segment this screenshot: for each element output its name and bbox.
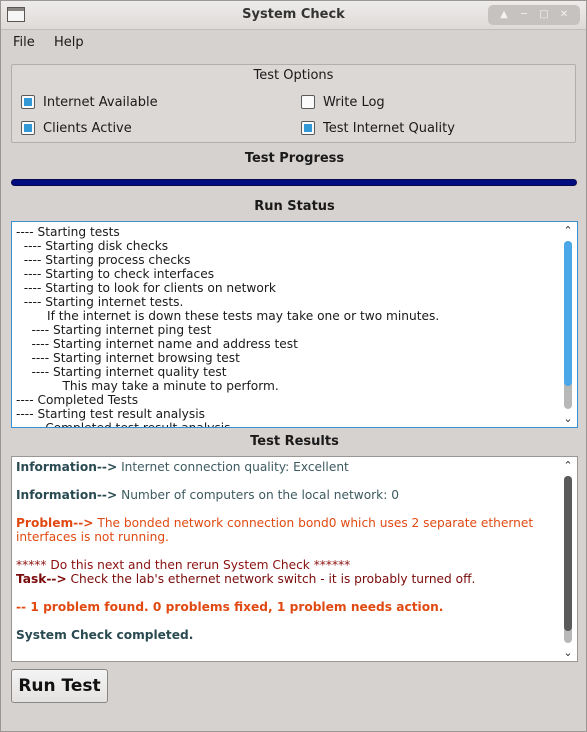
title-bar[interactable]: System Check ▲ ─ □ ✕ bbox=[1, 1, 586, 30]
problem-text: The bonded network connection bond0 whic… bbox=[16, 516, 538, 544]
run-status-line: ---- Starting process checks bbox=[16, 253, 191, 267]
chevron-down-icon[interactable]: ⌄ bbox=[562, 413, 574, 425]
chevron-up-icon[interactable]: ⌃ bbox=[562, 225, 574, 237]
run-status-line: This may take a minute to perform. bbox=[16, 379, 279, 393]
completed-text: System Check completed. bbox=[16, 628, 194, 642]
info-text: Internet connection quality: Excellent bbox=[117, 460, 349, 474]
close-icon[interactable]: ✕ bbox=[554, 5, 574, 25]
checkbox-checked-icon[interactable] bbox=[21, 121, 35, 135]
run-status-label: Run Status bbox=[254, 199, 335, 214]
result-problem-row: Problem--> The bonded network connection… bbox=[16, 516, 541, 544]
internet-available-checkbox[interactable]: Internet Available bbox=[21, 93, 158, 111]
result-completed-row: System Check completed. bbox=[16, 628, 541, 642]
run-status-textbox[interactable]: ---- Starting tests ---- Starting disk c… bbox=[11, 221, 578, 428]
next-steps-text: ***** Do this next and then rerun System… bbox=[16, 558, 351, 572]
checkbox-checked-icon[interactable] bbox=[21, 95, 35, 109]
test-progress-label: Test Progress bbox=[244, 151, 345, 166]
spacer-row bbox=[16, 502, 541, 516]
problem-tag: Problem--> bbox=[16, 516, 94, 530]
checkbox-unchecked-icon[interactable] bbox=[301, 95, 315, 109]
test-options-title: Test Options bbox=[253, 68, 334, 83]
info-text: Number of computers on the local network… bbox=[117, 488, 399, 502]
scrollbar-thumb[interactable] bbox=[564, 476, 572, 631]
summary-text: -- 1 problem found. 0 problems fixed, 1 … bbox=[16, 600, 444, 614]
run-status-line: If the internet is down these tests may … bbox=[16, 309, 440, 323]
run-status-line: ---- Completed Tests bbox=[16, 393, 139, 407]
run-status-line: ---- Starting test result analysis bbox=[16, 407, 205, 421]
window-controls: ▲ ─ □ ✕ bbox=[488, 5, 580, 25]
spacer-row bbox=[16, 614, 541, 628]
result-task-row: Task--> Check the lab's ethernet network… bbox=[16, 572, 541, 586]
test-results-lines: Information--> Internet connection quali… bbox=[16, 460, 541, 642]
result-summary-row: -- 1 problem found. 0 problems fixed, 1 … bbox=[16, 600, 541, 614]
scrollbar-thumb[interactable] bbox=[564, 241, 572, 386]
run-test-button[interactable]: Run Test bbox=[11, 669, 108, 703]
run-status-lines: ---- Starting tests ---- Starting disk c… bbox=[16, 225, 440, 428]
system-check-window: System Check ▲ ─ □ ✕ File Help Test Opti… bbox=[0, 0, 587, 732]
test-internet-quality-checkbox[interactable]: Test Internet Quality bbox=[301, 119, 455, 137]
test-results-label: Test Results bbox=[250, 434, 339, 449]
run-status-line: ---- Starting tests bbox=[16, 225, 120, 239]
result-info-row: Information--> Internet connection quali… bbox=[16, 460, 541, 474]
test-results-scrollbar[interactable]: ⌃ ⌄ bbox=[562, 460, 574, 659]
run-status-line: ---- Starting internet browsing test bbox=[16, 351, 240, 365]
chevron-up-icon[interactable]: ⌃ bbox=[562, 460, 574, 472]
run-status-line: ---- Starting internet name and address … bbox=[16, 337, 298, 351]
test-options-group: Test Options Internet Available Write Lo… bbox=[11, 64, 576, 143]
clients-active-label: Clients Active bbox=[43, 120, 132, 136]
run-status-line: ---- Starting to look for clients on net… bbox=[16, 281, 276, 295]
spacer-row bbox=[16, 544, 541, 558]
shade-icon[interactable]: ▲ bbox=[494, 5, 514, 25]
run-status-line: ---- Starting internet quality test bbox=[16, 365, 227, 379]
test-progress-bar bbox=[11, 179, 577, 186]
run-status-line: ---- Completed test result analysis bbox=[16, 421, 231, 428]
chevron-down-icon[interactable]: ⌄ bbox=[562, 647, 574, 659]
menu-bar: File Help bbox=[1, 30, 586, 54]
result-next-row: ***** Do this next and then rerun System… bbox=[16, 558, 541, 572]
menu-help[interactable]: Help bbox=[54, 35, 84, 50]
run-status-scrollbar[interactable]: ⌃ ⌄ bbox=[562, 225, 574, 425]
internet-available-label: Internet Available bbox=[43, 94, 158, 110]
run-status-line: ---- Starting disk checks bbox=[16, 239, 169, 253]
info-tag: Information--> bbox=[16, 460, 118, 474]
write-log-checkbox[interactable]: Write Log bbox=[301, 93, 385, 111]
spacer-row bbox=[16, 586, 541, 600]
checkbox-checked-icon[interactable] bbox=[301, 121, 315, 135]
task-tag: Task--> bbox=[16, 572, 67, 586]
minimize-icon[interactable]: ─ bbox=[514, 5, 534, 25]
run-status-line: ---- Starting to check interfaces bbox=[16, 267, 215, 281]
info-tag: Information--> bbox=[16, 488, 118, 502]
clients-active-checkbox[interactable]: Clients Active bbox=[21, 119, 132, 137]
maximize-icon[interactable]: □ bbox=[534, 5, 554, 25]
task-text: Check the lab's ethernet network switch … bbox=[66, 572, 476, 586]
test-results-textbox[interactable]: Information--> Internet connection quali… bbox=[11, 456, 578, 662]
spacer-row bbox=[16, 474, 541, 488]
menu-file[interactable]: File bbox=[13, 35, 35, 50]
run-status-line: ---- Starting internet tests. bbox=[16, 295, 184, 309]
test-internet-quality-label: Test Internet Quality bbox=[323, 120, 455, 136]
result-info-row: Information--> Number of computers on th… bbox=[16, 488, 541, 502]
write-log-label: Write Log bbox=[323, 94, 385, 110]
run-status-line: ---- Starting internet ping test bbox=[16, 323, 212, 337]
